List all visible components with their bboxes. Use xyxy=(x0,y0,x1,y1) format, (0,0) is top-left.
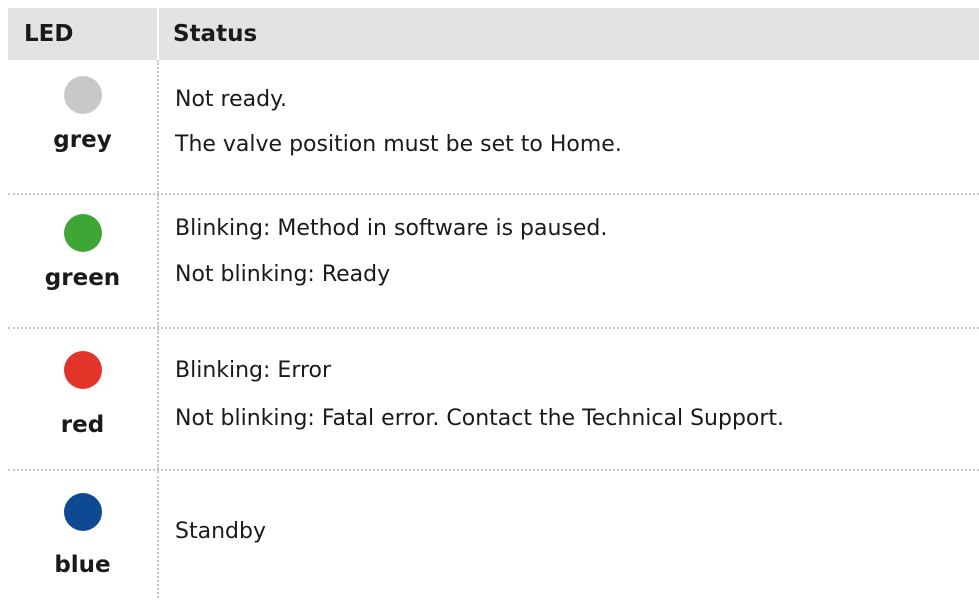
led-name: blue xyxy=(54,552,111,578)
status-cell: Not ready. The valve position must be se… xyxy=(159,60,979,193)
status-line: Not blinking: Fatal error. Contact the T… xyxy=(175,406,785,431)
led-cell: blue xyxy=(8,471,159,598)
table-row: red Blinking: Error Not blinking: Fatal … xyxy=(8,327,979,469)
status-cell: Blinking: Method in software is paused. … xyxy=(159,195,979,327)
status-line: Standby xyxy=(175,519,266,544)
led-name: red xyxy=(60,412,105,438)
table-row: blue Standby xyxy=(8,469,979,598)
red-led-icon xyxy=(63,351,102,389)
status-line: Not ready. xyxy=(175,87,287,112)
table-row: green Blinking: Method in software is pa… xyxy=(8,193,979,327)
header-led: LED xyxy=(8,8,159,60)
status-line: The valve position must be set to Home. xyxy=(175,132,622,157)
led-cell: green xyxy=(8,195,159,327)
status-line: Blinking: Method in software is paused. xyxy=(175,216,608,241)
table-row: grey Not ready. The valve position must … xyxy=(8,60,979,193)
table-header: LED Status xyxy=(8,8,979,60)
status-cell: Standby xyxy=(159,471,979,598)
status-line: Not blinking: Ready xyxy=(175,262,391,287)
green-led-icon xyxy=(63,214,102,252)
grey-led-icon xyxy=(63,76,102,114)
led-cell: grey xyxy=(8,60,159,193)
status-line: Blinking: Error xyxy=(175,358,332,383)
led-status-table: LED Status grey Not ready. The valve pos… xyxy=(8,8,979,598)
blue-led-icon xyxy=(63,493,102,531)
led-name: green xyxy=(44,265,121,291)
status-cell: Blinking: Error Not blinking: Fatal erro… xyxy=(159,329,979,469)
header-status: Status xyxy=(173,21,258,47)
led-cell: red xyxy=(8,329,159,469)
led-name: grey xyxy=(53,127,112,153)
